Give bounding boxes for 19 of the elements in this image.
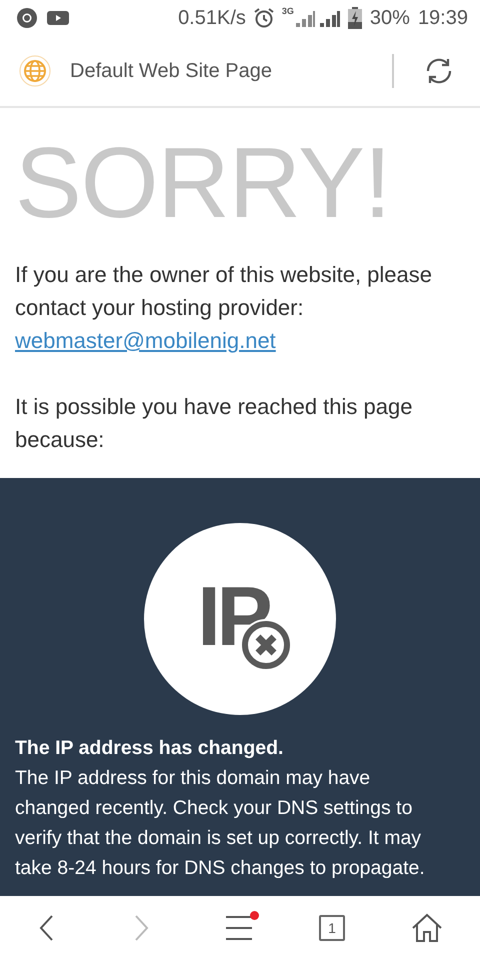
reason-title: The IP address has changed.: [15, 736, 284, 761]
network-type: 3G: [282, 6, 294, 16]
owner-text: If you are the owner of this website, please contact your hosting provider:: [15, 261, 434, 322]
tabs-button[interactable]: 1: [319, 915, 345, 941]
refresh-icon: [424, 56, 454, 86]
network-speed: 0.51K/s: [178, 6, 246, 30]
clock-time: 19:39: [418, 6, 468, 30]
reason-text: The IP address for this domain may have changed recently. Check your DNS settings to verify that the domain is set up correctly. It may take 8-24 hours for DNS changes to propagate.: [15, 766, 426, 881]
ip-error-icon: IP: [144, 523, 336, 715]
email-link[interactable]: webmaster@mobilenig.net: [15, 324, 276, 357]
signal-icon: [294, 9, 340, 27]
menu-icon: [225, 915, 253, 941]
alarm-icon: [254, 8, 274, 28]
globe-icon: [18, 54, 52, 88]
home-icon: [411, 913, 443, 943]
reason-intro: It is possible you have reached this page because:: [15, 393, 414, 454]
battery-percent: 30%: [370, 6, 410, 30]
video-icon: [46, 9, 70, 27]
page-title: Default Web Site Page: [70, 60, 273, 82]
